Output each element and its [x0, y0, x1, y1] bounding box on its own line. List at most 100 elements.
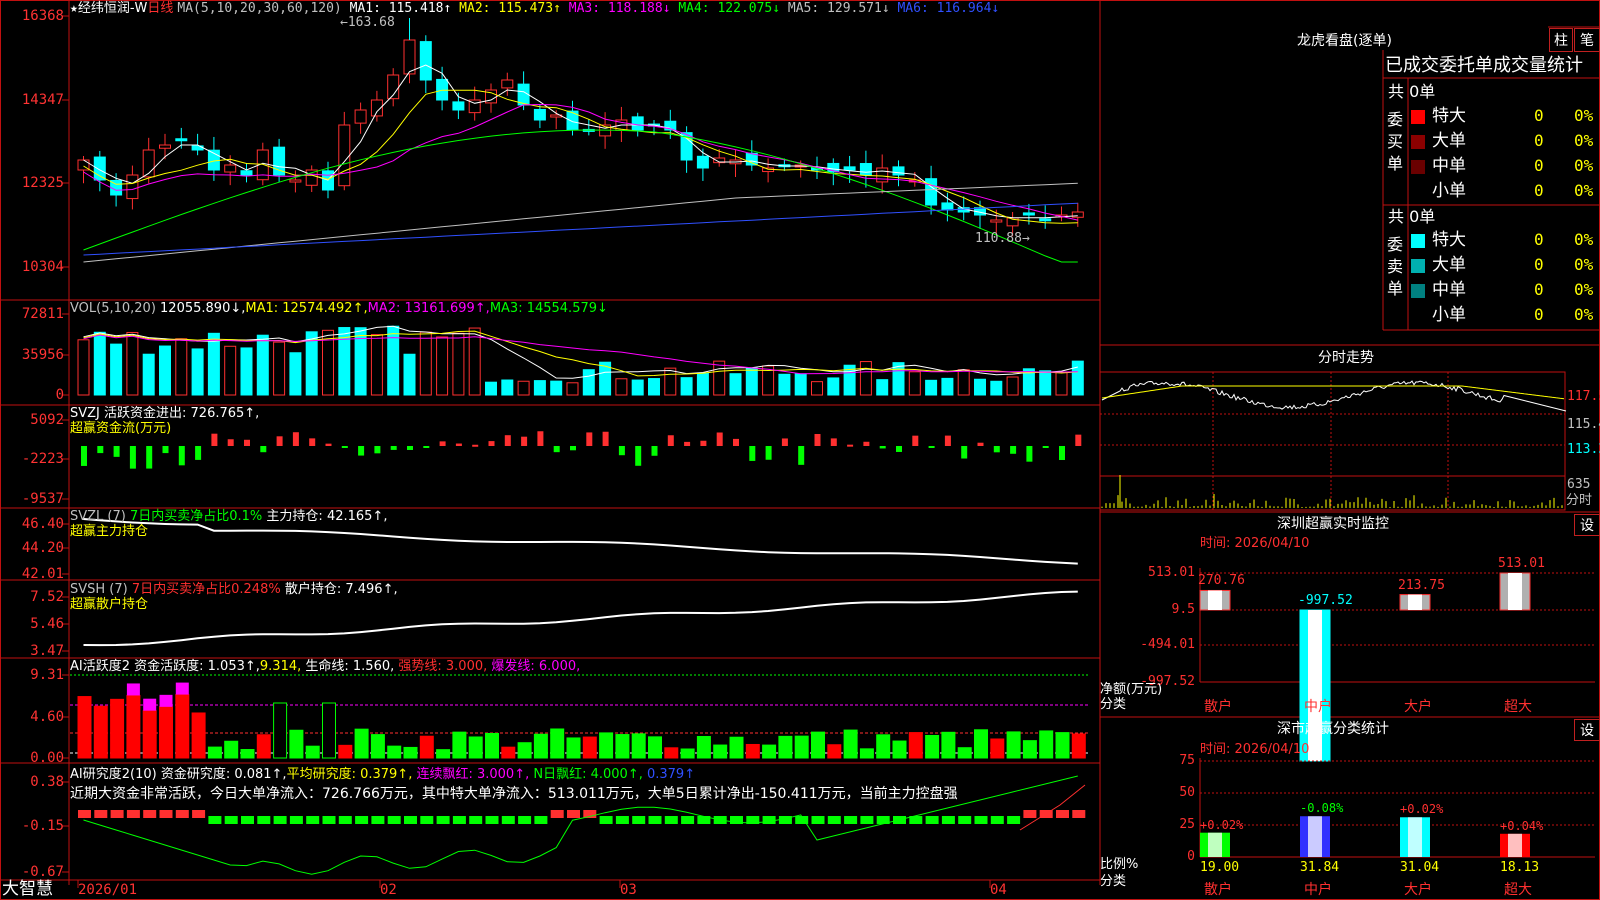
candle-body — [273, 146, 286, 176]
main-holding-line — [83, 518, 1078, 565]
fund-flow-bar — [944, 435, 951, 446]
y-axis-tick: -0.15 — [21, 818, 64, 834]
price-low-annotation: 110.88→ — [975, 231, 1030, 246]
candle-body — [1039, 218, 1052, 222]
fund-flow-bar — [374, 446, 381, 454]
ma-params: MA(5,10,20,30,60,120) — [177, 1, 342, 16]
volume-bar — [175, 338, 188, 396]
ai-research-header: AI研究度2(10) 资金研究度: 0.081↑,平均研究度: 0.379↑, … — [70, 768, 695, 781]
activity-bar — [664, 747, 679, 759]
class-value-label: 31.84 — [1300, 860, 1340, 875]
buy-row-value: 0 — [1534, 181, 1544, 200]
tick-view-button[interactable]: 笔 — [1574, 28, 1600, 52]
sz-monitor-title: 深圳超赢实时监控 — [1277, 516, 1389, 532]
svzl-header-part: 7日内买卖净占比0.1% — [129, 509, 263, 524]
class-category: 大户 — [1404, 882, 1432, 898]
y-axis-tick: 44.20 — [21, 540, 64, 556]
activity-bar — [370, 734, 385, 759]
star-icon[interactable]: ★ — [70, 1, 78, 16]
research-bar — [371, 816, 385, 824]
candle-body — [159, 144, 171, 149]
fund-flow-bar — [928, 446, 935, 448]
vol-header: VOL(5,10,20) 12055.890↓,MA1: 12574.492↑,… — [70, 302, 608, 315]
class-change-label: +0.02% — [1400, 802, 1444, 817]
research-bar — [632, 816, 646, 824]
class-change-label: +0.04% — [1500, 818, 1544, 833]
vol-header-part: MA1: 12574.492↑, — [245, 301, 368, 316]
research-summary: 近期大资金非常活跃，今日大单净流入：726.766万元，其中特大单净流入：513… — [70, 786, 958, 802]
volume-bar — [745, 367, 758, 396]
class-axis-label: 75 — [1179, 753, 1195, 768]
sz-class-xlabel: 分类 — [1100, 874, 1127, 889]
ai-research-header-part: 平均研究度: 0.379↑, — [286, 767, 413, 782]
dragon-panel-title: 龙虎看盘(逐单) — [1297, 33, 1392, 49]
activity-bar — [93, 705, 108, 759]
class-change-label: -0.08% — [1300, 801, 1344, 816]
svsh-header: SVSH (7) 7日内买卖净占比0.248% 散户持仓: 7.496↑, — [70, 583, 398, 596]
ai-active-header-part: 爆发线: 6.000, — [487, 659, 581, 674]
date-axis-label: 03 — [620, 882, 637, 898]
volume-bar — [191, 348, 204, 396]
chart-canvas[interactable] — [0, 0, 1600, 900]
svsh-header-part: 7日内买卖净占比0.248% — [131, 582, 281, 597]
column-view-button[interactable]: 柱 — [1549, 28, 1573, 52]
stock-name[interactable]: 经纬恒润-W — [78, 1, 148, 16]
sell-row-value: 0 — [1534, 305, 1544, 324]
sz-class-settings-button[interactable]: 设 — [1574, 719, 1600, 741]
activity-bar — [289, 729, 304, 759]
fund-flow-bar — [309, 438, 316, 446]
legend-swatch — [1411, 284, 1425, 298]
intraday-avg-line — [1101, 385, 1565, 400]
activity-bar — [501, 746, 516, 759]
sz-monitor-xlabel: 分类 — [1100, 697, 1127, 712]
intraday-axis: 117.5 — [1567, 389, 1600, 404]
monitor-bar-label: 513.01 — [1498, 556, 1545, 571]
y-axis-tick: 7.52 — [30, 589, 64, 605]
candle-body — [354, 109, 367, 124]
ai-active-header: AI活跃度2 资金活跃度: 1.053↑,9.314, 生命线: 1.560, … — [70, 660, 580, 673]
buy-row-value: 0 — [1534, 131, 1544, 150]
candle-body — [892, 166, 905, 176]
activity-bar — [436, 749, 451, 759]
svzl-header: SVZL (7) 7日内买卖净占比0.1% 主力持仓: 42.165↑, — [70, 510, 387, 523]
candle-body — [876, 167, 889, 183]
activity-bar-peak — [175, 682, 189, 695]
activity-bar — [485, 732, 499, 759]
fund-flow-bar — [830, 438, 837, 446]
buy-row-name: 小单 — [1432, 181, 1466, 201]
y-axis-tick: 5.46 — [30, 616, 64, 632]
sz-monitor-settings-button[interactable]: 设 — [1574, 514, 1600, 536]
candle-body — [1022, 212, 1035, 216]
buy-side-label: 委 — [1387, 110, 1404, 129]
monitor-bar-highlight — [1508, 573, 1522, 610]
intraday-axis: 113.3 — [1567, 442, 1600, 457]
research-bar — [550, 810, 564, 818]
volume-bar — [452, 332, 465, 396]
volume-bar — [729, 373, 742, 396]
research-bar — [990, 816, 1004, 824]
vol-header-part: 12055.890↓, — [155, 301, 246, 316]
activity-bar — [142, 710, 157, 759]
candle-body — [533, 108, 546, 121]
buy-row-name: 大单 — [1432, 131, 1466, 151]
sell-row-value: 0 — [1534, 255, 1544, 274]
activity-bar — [680, 748, 695, 759]
sz-class-ylabel: 比例% — [1100, 857, 1139, 872]
ma-line-6 — [83, 202, 1078, 256]
research-bar — [110, 810, 124, 818]
activity-bar — [273, 702, 288, 759]
buy-side-label: 买 — [1387, 132, 1404, 151]
fund-flow-bar — [211, 433, 218, 446]
candle-body — [240, 170, 253, 176]
candle-body — [941, 202, 954, 211]
period-label[interactable]: 日线 — [147, 1, 173, 16]
ai-research-header-part: AI研究度2(10) 资金研究度: 0.081↑, — [70, 767, 287, 782]
legend-swatch — [1411, 259, 1425, 273]
volume-bar — [77, 339, 90, 396]
volume-bar — [696, 372, 709, 396]
research-line-red — [1019, 784, 1086, 831]
monitor-bar-label: 270.76 — [1198, 573, 1245, 589]
sell-row-name: 大单 — [1432, 255, 1466, 275]
y-axis-tick: 0.38 — [30, 774, 64, 790]
activity-bar — [631, 733, 646, 759]
